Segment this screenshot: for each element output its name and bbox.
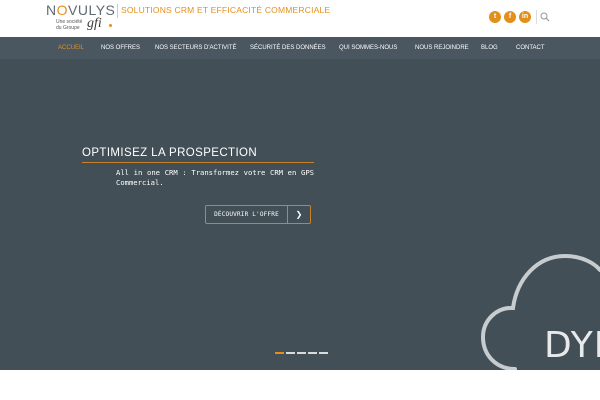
slider-dot-4[interactable] (308, 352, 317, 354)
novulys-logo[interactable]: NOVULYS Une société du Groupe gfi (46, 2, 118, 35)
nav-item-blog[interactable]: BLOG (481, 37, 498, 59)
discover-offer-button[interactable]: DÉCOUVRIR L'OFFRE ❯ (205, 205, 311, 224)
hero-text: All in one CRM : Transformez votre CRM e… (116, 168, 314, 187)
facebook-icon[interactable]: f (504, 11, 516, 23)
gfi-logo: gfi (87, 16, 102, 31)
logo-wordmark: NOVULYS (46, 2, 116, 18)
nav-item-nos-offres[interactable]: NOS OFFRES (101, 37, 140, 59)
header-separator (536, 10, 537, 24)
site-tagline: SOLUTIONS CRM ET EFFICACITÉ COMMERCIALE (121, 5, 331, 15)
nav-item-securite[interactable]: SÉCURITÉ DES DONNÉES (250, 37, 326, 59)
chevron-right-icon: ❯ (295, 210, 303, 219)
hero-slider: OPTIMISEZ LA PROSPECTION All in one CRM … (0, 59, 600, 370)
logo-subline-2: du Groupe (56, 25, 80, 31)
nav-item-nos-secteurs[interactable]: NOS SECTEURS D'ACTIVITÉ (155, 37, 237, 59)
discover-offer-label: DÉCOUVRIR L'OFFRE (214, 211, 279, 218)
slider-dot-3[interactable] (297, 352, 306, 354)
hero-title-rule (82, 162, 314, 163)
nav-item-accueil[interactable]: ACCUEIL (58, 37, 84, 59)
hero-title: OPTIMISEZ LA PROSPECTION (82, 147, 258, 159)
site-header: NOVULYS Une société du Groupe gfi SOLUTI… (0, 0, 600, 37)
page-content-area (0, 370, 600, 400)
nav-item-contact[interactable]: CONTACT (516, 37, 545, 59)
linkedin-icon[interactable]: in (519, 11, 531, 23)
twitter-icon[interactable]: t (489, 11, 501, 23)
search-icon[interactable] (540, 12, 550, 22)
header-divider (117, 4, 118, 18)
nav-item-qui-sommes-nous[interactable]: QUI SOMMES-NOUS (339, 37, 397, 59)
slide-watermark-text: DYN (544, 325, 600, 366)
nav-item-nous-rejoindre[interactable]: NOUS REJOINDRE (415, 37, 469, 59)
slider-dot-1[interactable] (275, 352, 284, 354)
slider-dot-2[interactable] (286, 352, 295, 354)
main-nav: ACCUEIL NOS OFFRES NOS SECTEURS D'ACTIVI… (0, 37, 600, 59)
slider-dot-5[interactable] (319, 352, 328, 354)
gfi-logo-dot (109, 24, 112, 27)
